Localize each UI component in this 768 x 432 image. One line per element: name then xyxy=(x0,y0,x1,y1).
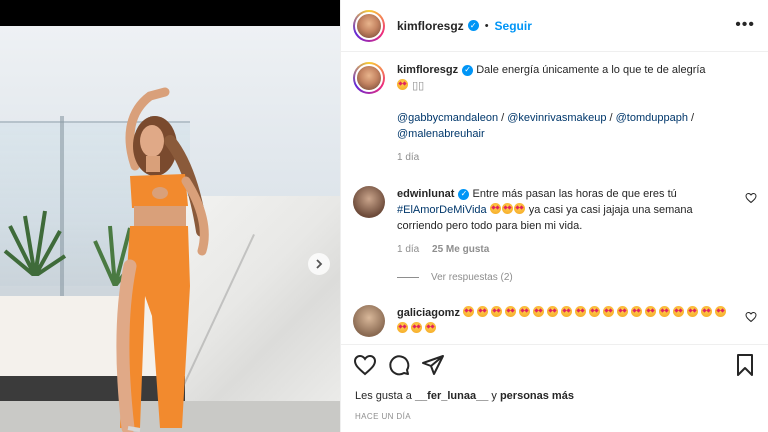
caption-mentions: @gabbycmandaleon / @kevinrivasmakeup / @… xyxy=(397,110,737,142)
star-struck-emoji-icon xyxy=(533,306,545,317)
action-bar xyxy=(341,344,768,384)
star-struck-emoji-icon xyxy=(701,306,713,317)
mention-link[interactable]: @gabbycmandaleon xyxy=(397,112,498,124)
star-struck-emoji-icon xyxy=(603,306,615,317)
caption-row: kimfloresgz ✓ Dale energía únicamente a l… xyxy=(353,62,757,166)
comment-text-block: edwinlunat ✓ Entre más pasan las horas de… xyxy=(397,186,737,258)
caption-time: 1 día xyxy=(397,152,420,163)
model-figure xyxy=(116,87,209,432)
more-options-icon[interactable]: ••• xyxy=(735,17,755,33)
likes-others-link[interactable]: personas más xyxy=(500,390,574,402)
verified-badge-icon: ✓ xyxy=(458,188,470,200)
likes-user-link[interactable]: __fer_lunaa__ xyxy=(415,390,488,402)
star-struck-emoji-icon xyxy=(589,306,601,317)
post-author-username[interactable]: kimfloresgz xyxy=(397,19,464,33)
comment-row: galiciagomz xyxy=(353,305,757,337)
comment-meta: 1 día 25 Me gusta xyxy=(397,242,737,258)
mention-link[interactable]: @kevinrivasmakeup xyxy=(507,112,606,124)
mention-link[interactable]: @tomduppaph xyxy=(616,112,688,124)
comment-username[interactable]: galiciagomz xyxy=(397,307,460,319)
avatar[interactable] xyxy=(353,62,385,94)
replies-divider xyxy=(397,277,419,278)
bookmark-icon[interactable] xyxy=(733,353,757,377)
verified-badge-icon: ✓ xyxy=(462,64,474,76)
heart-icon[interactable] xyxy=(745,311,757,323)
star-struck-emoji-icon xyxy=(659,306,671,317)
star-struck-emoji-icon xyxy=(715,306,727,317)
star-struck-emoji-icon xyxy=(631,306,643,317)
comment-username[interactable]: edwinlunat xyxy=(397,188,454,200)
mention-separator: / xyxy=(498,112,508,124)
plant-image xyxy=(3,210,67,276)
comment-icon[interactable] xyxy=(387,353,411,377)
star-struck-emoji-icon xyxy=(505,306,517,317)
heart-icon[interactable] xyxy=(745,192,757,204)
star-struck-emoji-icon xyxy=(425,322,436,333)
heart-icon[interactable] xyxy=(353,353,377,377)
caption-text-block: kimfloresgz ✓ Dale energía únicamente a l… xyxy=(397,62,737,166)
comments-list[interactable]: kimfloresgz ✓ Dale energía únicamente a l… xyxy=(341,52,768,344)
star-struck-emoji-icon xyxy=(547,306,559,317)
mention-separator: / xyxy=(687,112,695,124)
caption-username[interactable]: kimfloresgz xyxy=(397,64,458,76)
star-struck-emoji-icon xyxy=(489,203,501,214)
star-struck-emoji-icon xyxy=(477,306,489,317)
star-struck-emoji-icon xyxy=(501,203,513,214)
avatar[interactable] xyxy=(353,186,385,218)
post-side-panel: kimfloresgz ✓ • Seguir ••• kimfloresgz ✓ … xyxy=(340,0,768,432)
comment-text-block: galiciagomz xyxy=(397,305,737,337)
star-struck-emoji-icon xyxy=(411,322,422,333)
chevron-right-icon xyxy=(316,259,323,269)
follow-button[interactable]: Seguir xyxy=(495,19,532,33)
share-icon[interactable] xyxy=(421,353,445,377)
star-struck-emoji-icon xyxy=(575,306,587,317)
avatar[interactable] xyxy=(353,9,385,42)
star-struck-emoji-icon xyxy=(513,203,525,214)
comment-text: Entre más pasan las horas de que eres tú xyxy=(472,188,677,200)
emoji-placeholder-icon: ▯▯ xyxy=(412,80,425,92)
star-struck-emoji-icon xyxy=(397,322,408,333)
next-image-button[interactable] xyxy=(308,253,330,275)
likes-prefix: Les gusta a xyxy=(355,390,412,402)
mention-link[interactable]: @malenabreuhair xyxy=(397,128,485,140)
star-struck-emoji-icon xyxy=(561,306,573,317)
star-struck-emoji-icon xyxy=(463,306,475,317)
avatar[interactable] xyxy=(353,305,385,337)
caption-text: Dale energía únicamente a lo que te de a… xyxy=(476,64,706,76)
star-struck-emoji-icon xyxy=(617,306,629,317)
likes-middle: y xyxy=(491,390,497,402)
likes-summary: Les gusta a __fer_lunaa__ y personas más xyxy=(355,390,574,402)
star-struck-emoji-icon xyxy=(645,306,657,317)
mention-separator: / xyxy=(606,112,616,124)
top-black-bar xyxy=(0,0,340,26)
star-struck-emoji-icon xyxy=(397,79,408,90)
post-time-ago: HACE UN DÍA xyxy=(355,412,411,421)
comment-row: edwinlunat ✓ Entre más pasan las horas de… xyxy=(353,186,757,258)
star-struck-emoji-icon xyxy=(519,306,531,317)
post-image[interactable] xyxy=(0,26,340,432)
star-struck-emoji-icon xyxy=(491,306,503,317)
view-replies-label: Ver respuestas (2) xyxy=(431,272,513,283)
star-struck-emoji-icon xyxy=(673,306,685,317)
verified-badge-icon: ✓ xyxy=(467,20,479,31)
star-struck-emoji-icon xyxy=(687,306,699,317)
comment-time: 1 día xyxy=(397,244,420,255)
comment-likes[interactable]: 25 Me gusta xyxy=(432,244,489,255)
post-header: kimfloresgz ✓ • Seguir ••• xyxy=(341,0,768,52)
view-replies-button[interactable]: Ver respuestas (2) xyxy=(397,272,757,283)
hashtag-link[interactable]: #ElAmorDeMiVida xyxy=(397,204,487,216)
separator-dot: • xyxy=(484,19,489,32)
